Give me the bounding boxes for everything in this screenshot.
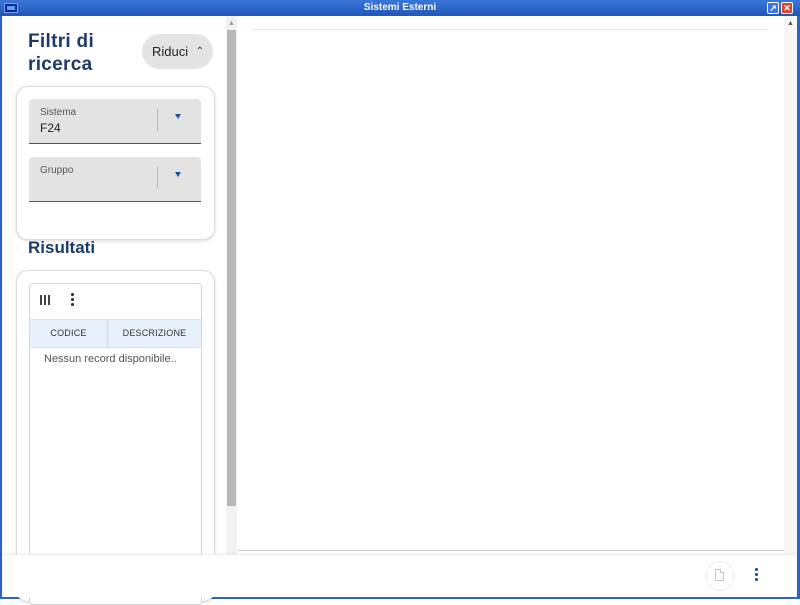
sistema-label: Sistema — [40, 107, 77, 118]
gruppo-select[interactable]: Gruppo — [29, 157, 201, 202]
dropdown-arrow-icon[interactable] — [175, 172, 181, 177]
filters-title: Filtri di ricerca — [28, 30, 94, 76]
detail-divider — [252, 29, 768, 30]
client-area: Filtri di ricerca Riduci ⌃ Sistema F24 G… — [2, 16, 797, 605]
right-scrollbar[interactable]: ▲ ▼ — [784, 16, 797, 596]
collapse-button[interactable]: Riduci ⌃ — [142, 34, 213, 69]
filters-panel: Filtri di ricerca Riduci ⌃ Sistema F24 G… — [2, 16, 226, 605]
results-title: Risultati — [28, 238, 96, 257]
horizontal-divider — [238, 550, 784, 551]
filter-card: Sistema F24 Gruppo — [16, 86, 215, 240]
columns-icon[interactable] — [40, 295, 50, 305]
detail-panel — [238, 16, 784, 550]
grid-header: CODICE DESCRIZIONE — [30, 319, 201, 348]
column-header-descrizione[interactable]: DESCRIZIONE — [108, 320, 201, 347]
restore-icon[interactable]: ↗ — [767, 2, 779, 14]
document-icon[interactable] — [705, 561, 735, 591]
close-icon[interactable]: ✕ — [781, 2, 793, 14]
title-bar: Sistemi Esterni ↗ ✕ — [0, 0, 800, 16]
more-vert-icon[interactable] — [754, 568, 758, 582]
page-shape — [715, 569, 724, 581]
gruppo-label: Gruppo — [40, 165, 74, 176]
chevron-up-icon: ⌃ — [195, 46, 204, 57]
scroll-up-icon[interactable]: ▲ — [228, 20, 235, 27]
select-separator — [157, 167, 158, 189]
window-title: Sistemi Esterni — [363, 2, 437, 13]
left-scrollbar[interactable]: ▲ ▼ — [226, 16, 237, 596]
more-vert-icon[interactable] — [70, 293, 74, 307]
grid-toolbar — [30, 284, 201, 318]
results-card: CODICE DESCRIZIONE Nessun record disponi… — [16, 270, 215, 605]
filters-title-line2: ricerca — [28, 54, 93, 75]
filters-title-line1: Filtri di — [28, 31, 95, 52]
sistema-select[interactable]: Sistema F24 — [29, 99, 201, 144]
footer-bar — [2, 554, 797, 597]
empty-message: Nessun record disponibile.. — [44, 353, 177, 365]
collapse-label: Riduci — [152, 44, 189, 59]
select-separator — [157, 109, 158, 131]
application-window: Sistemi Esterni ↗ ✕ Filtri di ricerca Ri… — [0, 0, 800, 605]
column-header-codice[interactable]: CODICE — [30, 320, 108, 347]
scrollbar-thumb[interactable] — [227, 30, 236, 506]
scroll-up-icon[interactable]: ▲ — [787, 20, 794, 27]
sistema-value: F24 — [40, 121, 61, 135]
dropdown-arrow-icon[interactable] — [175, 114, 181, 119]
